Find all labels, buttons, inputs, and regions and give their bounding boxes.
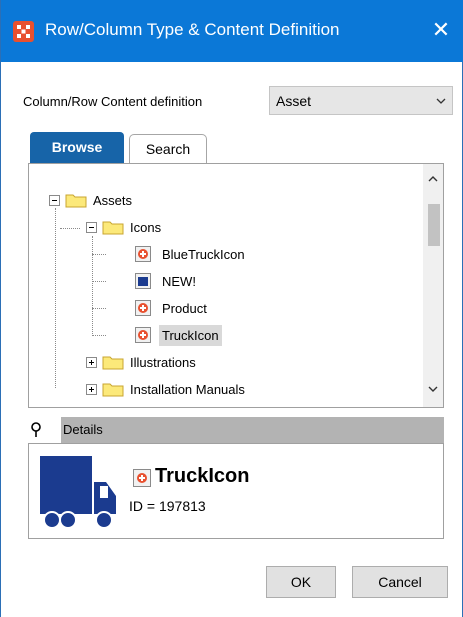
- expand-icon[interactable]: [86, 357, 97, 368]
- app-icon: [13, 21, 34, 42]
- details-title: Details: [61, 417, 444, 443]
- folder-icon: [102, 221, 124, 235]
- folder-icon: [102, 356, 124, 370]
- details-header: Details: [28, 417, 444, 443]
- asset-icon: [135, 246, 151, 262]
- tree-item-label: Product: [162, 301, 207, 316]
- pin-icon[interactable]: [30, 422, 44, 438]
- expand-icon[interactable]: [86, 384, 97, 395]
- tree-item-label-selected: TruckIcon: [159, 325, 222, 346]
- content-definition-value: Asset: [276, 93, 312, 109]
- tab-browse[interactable]: Browse: [30, 132, 124, 163]
- asset-name: TruckIcon: [155, 465, 250, 487]
- collapse-icon[interactable]: [86, 222, 97, 233]
- tree-item-label: Icons: [130, 220, 162, 235]
- ok-button[interactable]: OK: [266, 566, 336, 598]
- tree-item-label: BlueTruckIcon: [162, 247, 245, 262]
- folder-icon: [102, 383, 124, 397]
- dialog-window: Row/Column Type & Content Definition ✕ C…: [0, 0, 463, 617]
- tree-connector: [60, 228, 80, 229]
- folder-icon: [65, 194, 87, 208]
- tree-scrollbar[interactable]: [423, 164, 443, 407]
- tab-search[interactable]: Search: [129, 134, 207, 163]
- tree-connector: [92, 254, 106, 255]
- asset-icon: [135, 327, 151, 343]
- tree-item-label: Assets: [93, 193, 133, 208]
- tree-connector: [55, 208, 56, 388]
- window-title: Row/Column Type & Content Definition: [45, 20, 340, 39]
- collapse-icon[interactable]: [49, 195, 60, 206]
- title-bar[interactable]: Row/Column Type & Content Definition ✕: [1, 0, 463, 62]
- truck-icon: [40, 456, 116, 529]
- tree-item-label: Illustrations: [130, 355, 196, 370]
- tree-item-label: Installation Manuals: [130, 382, 245, 397]
- content-definition-label: Column/Row Content definition: [23, 94, 203, 109]
- tree-connector: [92, 236, 93, 336]
- tree-connector: [92, 308, 106, 309]
- cancel-button[interactable]: Cancel: [352, 566, 448, 598]
- scrollbar-thumb[interactable]: [428, 204, 440, 246]
- details-panel: TruckIcon ID = 197813: [28, 443, 444, 539]
- tree-connector: [92, 335, 106, 336]
- tree-item-label: NEW!: [162, 274, 196, 289]
- asset-icon: [133, 469, 151, 487]
- chevron-down-icon[interactable]: [428, 384, 438, 394]
- tree-connector: [92, 281, 106, 282]
- close-button[interactable]: ✕: [418, 8, 463, 54]
- content-definition-select[interactable]: Asset: [269, 86, 453, 115]
- blue-square-icon: [135, 273, 151, 289]
- asset-id: ID = 197813: [129, 498, 206, 514]
- chevron-down-icon: [436, 98, 446, 104]
- asset-icon: [135, 300, 151, 316]
- asset-tree[interactable]: Assets Icons BlueTruckIcon NEW! Product: [28, 163, 444, 408]
- chevron-up-icon[interactable]: [428, 174, 438, 184]
